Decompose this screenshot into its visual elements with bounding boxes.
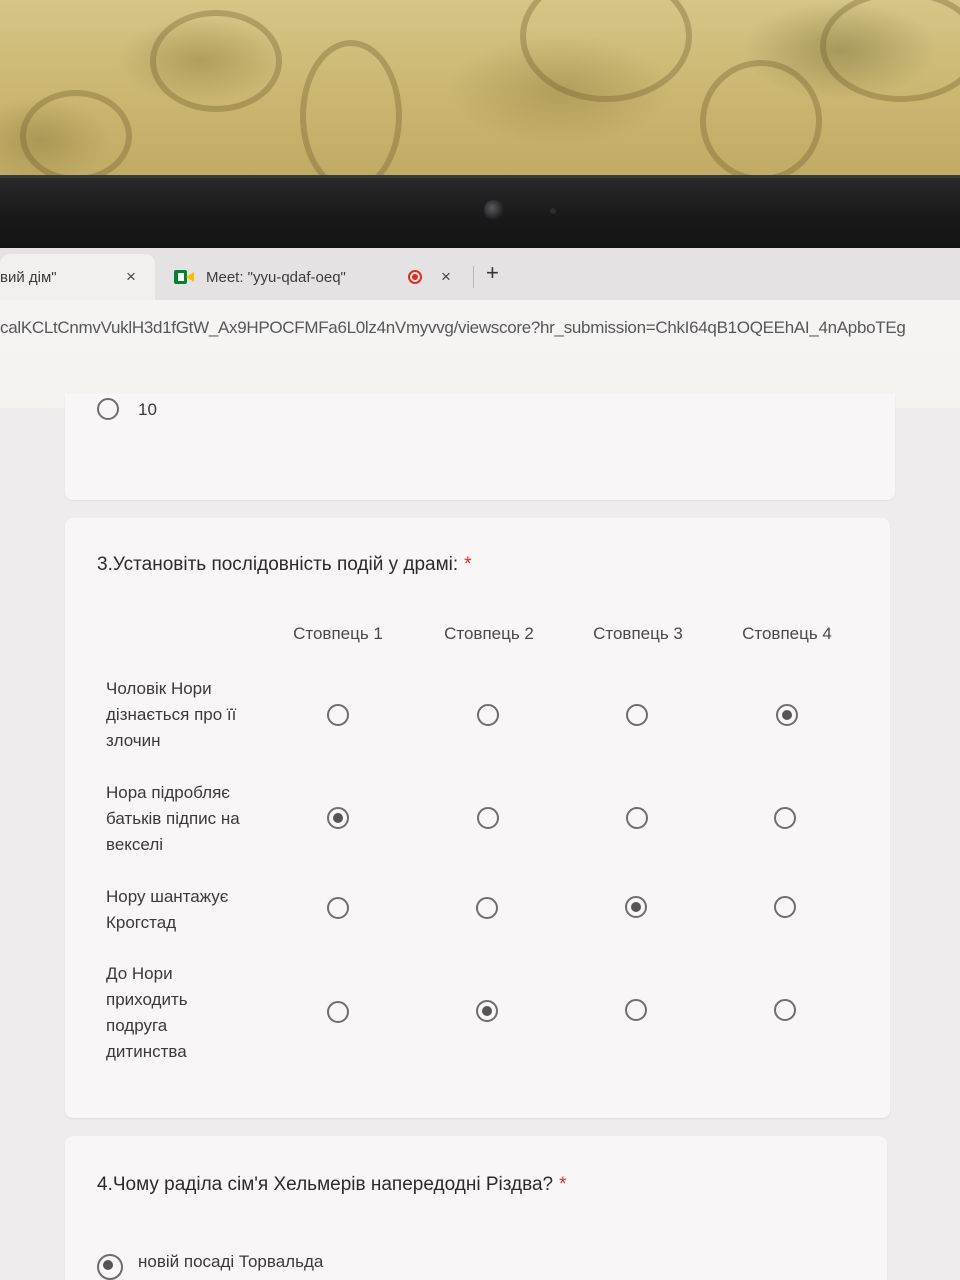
option-radio[interactable] <box>97 398 119 420</box>
grid-radio-r3-c3[interactable] <box>625 896 647 918</box>
question-title: 4.Чому раділа сім'я Хельмерів напередодн… <box>97 1174 567 1196</box>
question-title-text: 4.Чому раділа сім'я Хельмерів напередодн… <box>97 1174 554 1195</box>
grid-radio-r1-c2[interactable] <box>477 704 499 726</box>
address-bar[interactable]: calKCLtCnmvVuklH3d1fGtW_Ax9HPOCFMFa6L0lz… <box>0 300 960 356</box>
wallpaper-background <box>0 0 960 192</box>
grid-radio-r4-c1[interactable] <box>327 1001 349 1023</box>
google-meet-icon <box>174 270 194 284</box>
url-text[interactable]: calKCLtCnmvVuklH3d1fGtW_Ax9HPOCFMFa6L0lz… <box>0 318 906 338</box>
grid-radio-r4-c2[interactable] <box>476 1000 498 1022</box>
grid-radio-r2-c2[interactable] <box>477 807 499 829</box>
grid-radio-r3-c1[interactable] <box>327 897 349 919</box>
question-card-4: 4.Чому раділа сім'я Хельмерів напередодн… <box>65 1136 887 1280</box>
tab-bar: вий дім" × Meet: "yyu-qdaf-oeq" × + <box>0 248 960 300</box>
camera-sensor-dot <box>550 208 556 214</box>
grid-radio-r3-c4[interactable] <box>774 896 796 918</box>
question-card-previous: 10 <box>65 394 895 500</box>
option-label: 10 <box>138 400 157 419</box>
recording-indicator-icon <box>408 270 422 284</box>
column-header-4: Стовпець 4 <box>742 624 832 643</box>
grid-radio-r2-c3[interactable] <box>626 807 648 829</box>
row-label-2: Нора підробляє батьків підпис на векселі <box>106 783 240 854</box>
form-page: 10 3.Установіть послідовність подій у др… <box>0 394 960 1280</box>
required-mark: * <box>464 554 472 575</box>
question-title: 3.Установіть послідовність подій у драмі… <box>97 554 472 576</box>
close-icon[interactable]: × <box>441 267 451 287</box>
webcam-icon <box>484 200 504 220</box>
new-tab-button[interactable]: + <box>486 260 499 286</box>
required-mark: * <box>559 1174 567 1195</box>
tab-separator <box>473 266 474 288</box>
row-label-4: До Нори приходить подруга дитинства <box>106 964 188 1061</box>
tab-meet-title: Meet: "yyu-qdaf-oeq" <box>206 268 346 286</box>
grid-radio-r3-c2[interactable] <box>476 897 498 919</box>
column-header-2: Стовпець 2 <box>444 624 534 643</box>
question-title-text: 3.Установіть послідовність подій у драмі… <box>97 554 459 575</box>
grid-radio-r1-c1[interactable] <box>327 704 349 726</box>
tab-form[interactable]: вий дім" × <box>0 254 155 300</box>
option-label: новій посаді Торвальда <box>138 1252 324 1271</box>
grid-radio-r4-c3[interactable] <box>625 999 647 1021</box>
tab-meet[interactable]: Meet: "yyu-qdaf-oeq" × <box>160 254 470 300</box>
grid-radio-r4-c4[interactable] <box>774 999 796 1021</box>
column-header-1: Стовпець 1 <box>293 624 383 643</box>
grid-radio-r2-c4[interactable] <box>774 807 796 829</box>
grid-radio-r1-c3[interactable] <box>626 704 648 726</box>
option-radio[interactable] <box>97 1254 123 1280</box>
browser-screen: вий дім" × Meet: "yyu-qdaf-oeq" × + calK… <box>0 248 960 1280</box>
close-icon[interactable]: × <box>126 267 136 287</box>
grid-radio-r2-c1[interactable] <box>327 807 349 829</box>
grid-radio-r1-c4[interactable] <box>776 704 798 726</box>
tab-form-title: вий дім" <box>0 268 57 286</box>
laptop-bezel <box>0 175 960 258</box>
column-header-3: Стовпець 3 <box>593 624 683 643</box>
row-label-1: Чоловік Нори дізнається про її злочин <box>106 679 237 750</box>
row-label-3: Нору шантажує Крогстад <box>106 887 229 932</box>
question-card-3: 3.Установіть послідовність подій у драмі… <box>65 518 890 1118</box>
